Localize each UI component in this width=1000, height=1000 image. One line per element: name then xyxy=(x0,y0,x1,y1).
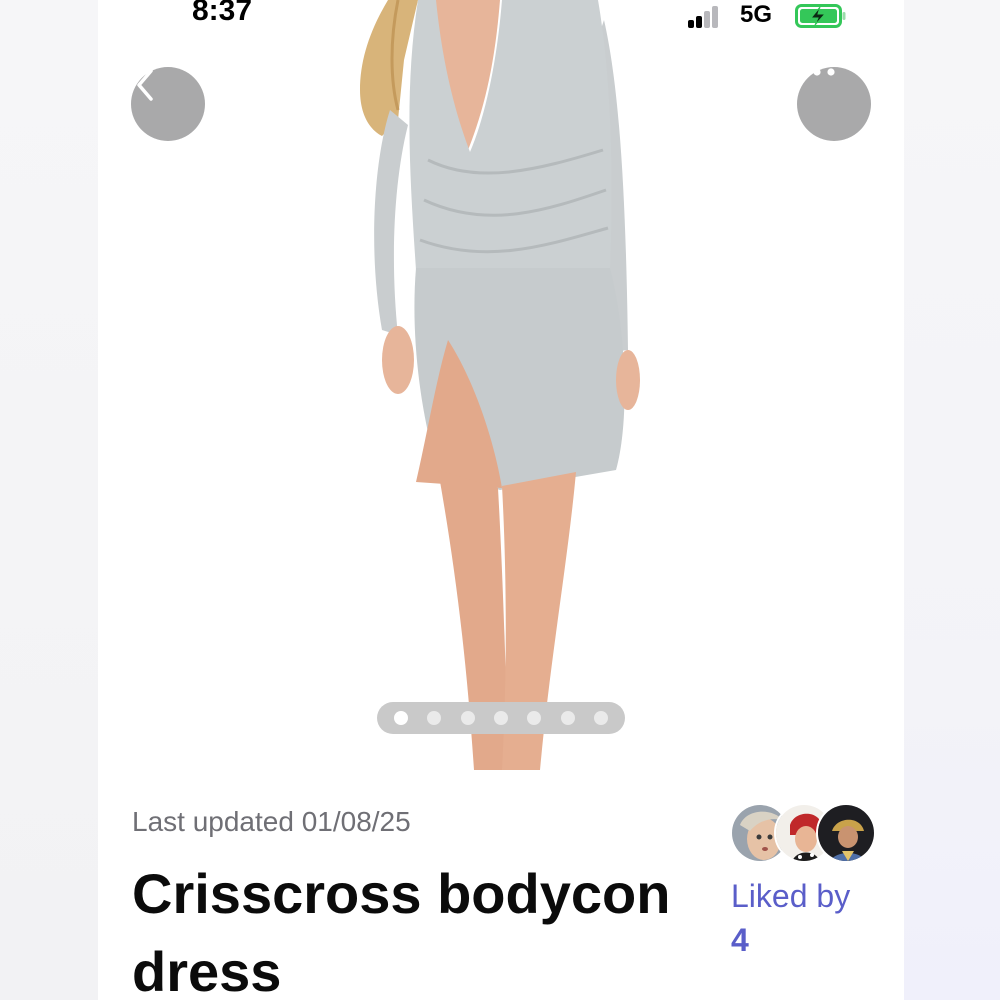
backdrop-left xyxy=(0,0,98,1000)
pager-dot[interactable] xyxy=(493,711,508,725)
pager-dot[interactable] xyxy=(560,711,575,725)
battery-charging-icon xyxy=(795,4,847,28)
chevron-left-icon xyxy=(137,69,153,101)
liked-count: 4 xyxy=(731,922,749,958)
more-options-button[interactable] xyxy=(797,67,871,141)
liker-avatars[interactable] xyxy=(730,803,876,865)
last-updated-text: Last updated 01/08/25 xyxy=(132,806,411,837)
status-time: 8:37 xyxy=(192,0,253,27)
product-photo[interactable]: 8:37 5G xyxy=(98,0,904,770)
pager-dot[interactable] xyxy=(427,711,442,725)
pager-dot[interactable] xyxy=(394,711,408,725)
pager-dot[interactable] xyxy=(593,711,608,725)
more-horizontal-icon xyxy=(799,68,835,76)
backdrop-right xyxy=(904,0,1000,1000)
avatar[interactable] xyxy=(816,803,876,863)
signal-strength-icon xyxy=(688,6,720,28)
pager-dot[interactable] xyxy=(460,711,475,725)
phone-screen: 8:37 5G Last updated 01/08/25 Crisscross… xyxy=(98,0,904,1000)
image-pager[interactable] xyxy=(377,702,625,734)
network-type: 5G xyxy=(740,1,773,28)
dress-photo-illustration xyxy=(360,0,640,770)
listing-title: Crisscross bodycon dress xyxy=(132,862,671,1000)
liked-by[interactable]: Liked by 4 xyxy=(731,874,881,962)
back-button[interactable] xyxy=(131,67,205,141)
pager-dot[interactable] xyxy=(527,711,542,725)
liked-by-label: Liked by xyxy=(731,878,851,914)
